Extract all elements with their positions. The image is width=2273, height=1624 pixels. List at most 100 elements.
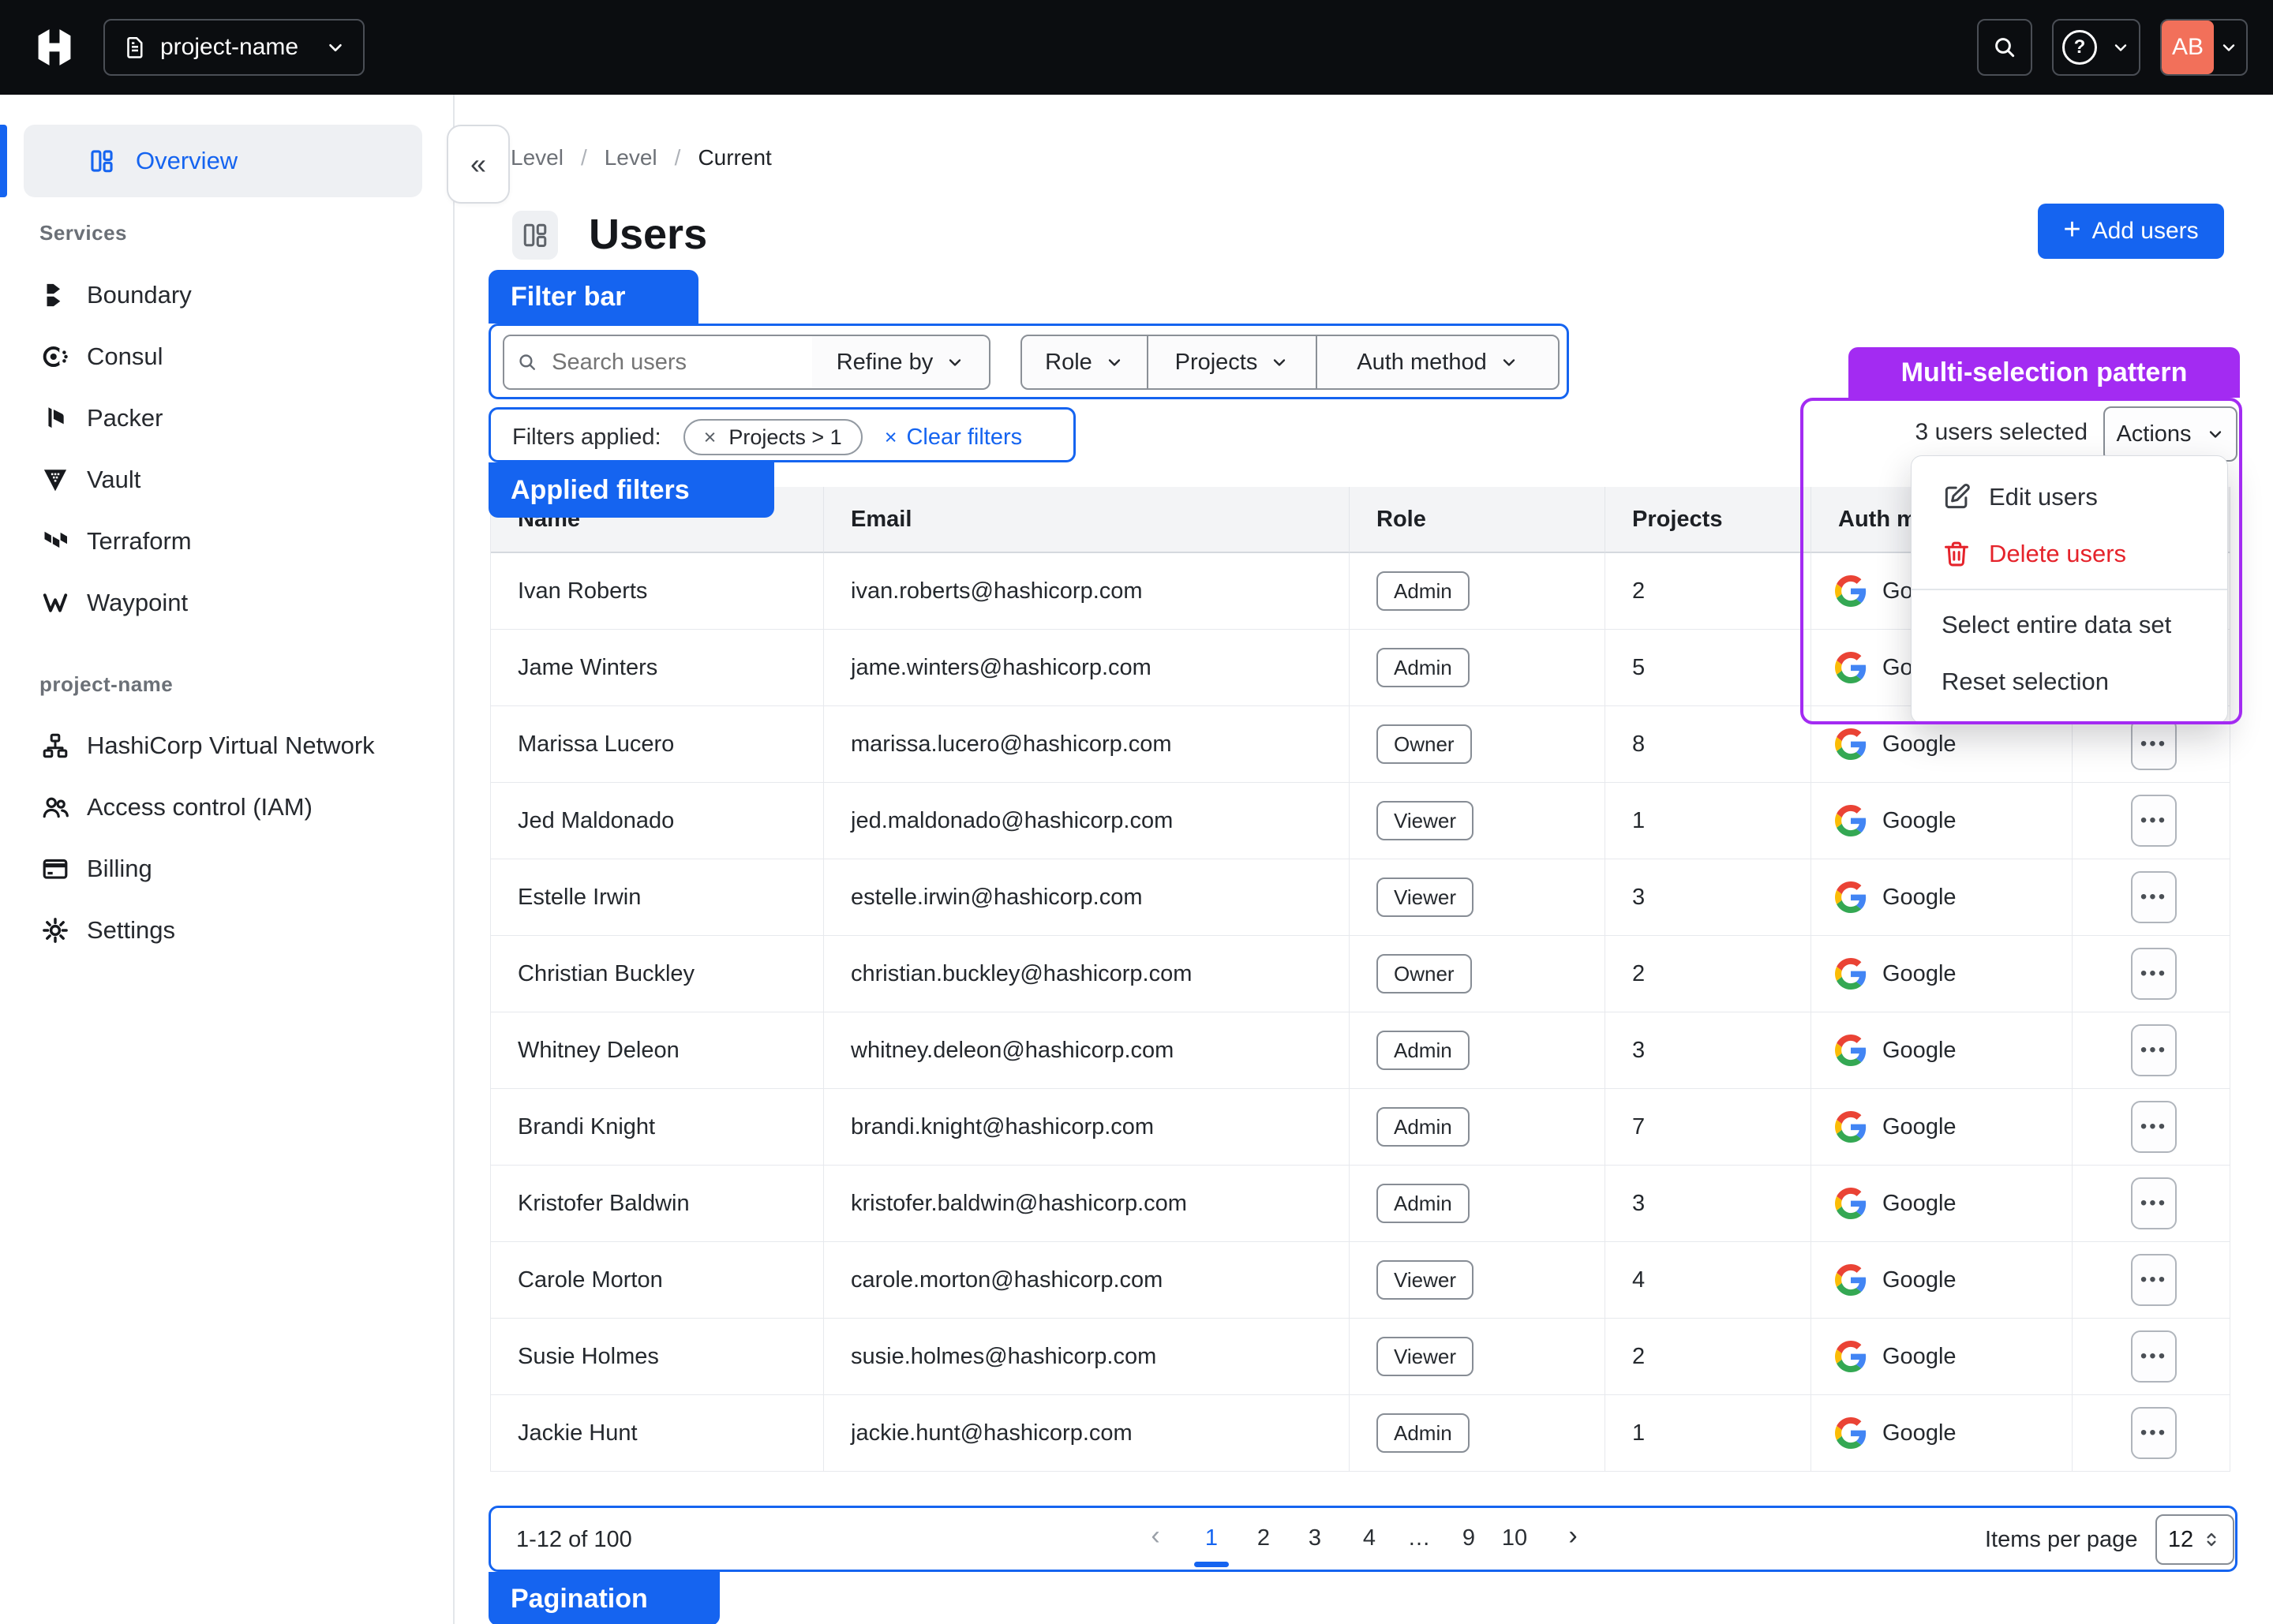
auth-method-filter-dropdown[interactable]: Auth method (1316, 336, 1558, 388)
role-badge: Viewer (1376, 1260, 1474, 1300)
cell-email: susie.holmes@hashicorp.com (824, 1319, 1350, 1395)
clear-filters-link[interactable]: × Clear filters (885, 425, 1022, 451)
cell-role: Owner (1350, 936, 1605, 1012)
chevron-down-icon (946, 353, 964, 372)
help-menu-button[interactable]: ? (2052, 19, 2140, 76)
sidebar-item-consul[interactable]: Consul (0, 326, 455, 387)
search-users-field[interactable] (503, 335, 814, 390)
sidebar-item-billing[interactable]: Billing (0, 838, 455, 900)
row-overflow-button[interactable]: ••• (2131, 1101, 2177, 1153)
project-switcher[interactable]: project-name (103, 19, 365, 76)
page-button-10[interactable]: 10 (1497, 1525, 1532, 1551)
cell-email: estelle.irwin@hashicorp.com (824, 859, 1350, 936)
row-overflow-button[interactable]: ••• (2131, 948, 2177, 1000)
cell-name: Jame Winters (491, 630, 824, 706)
gear-icon (41, 916, 69, 945)
row-overflow-button[interactable]: ••• (2131, 871, 2177, 923)
page-button-9[interactable]: 9 (1451, 1525, 1486, 1551)
sidebar-item-label: HashiCorp Virtual Network (87, 732, 375, 760)
cell-auth-method: Google (1811, 1319, 2073, 1395)
google-logo-icon (1835, 652, 1867, 683)
cell-actions: ••• (2073, 936, 2230, 1012)
role-badge: Admin (1376, 1184, 1470, 1223)
menu-item-select-all[interactable]: Select entire data set (1912, 597, 2227, 653)
sidebar-item-waypoint[interactable]: Waypoint (0, 572, 455, 634)
row-overflow-button[interactable]: ••• (2131, 1024, 2177, 1076)
previous-page-button[interactable]: ‹ (1138, 1521, 1173, 1551)
page-button-4[interactable]: 4 (1352, 1525, 1387, 1551)
cell-name: Marissa Lucero (491, 706, 824, 783)
row-overflow-button[interactable]: ••• (2131, 1177, 2177, 1229)
page-button-1[interactable]: 1 (1194, 1525, 1229, 1551)
sidebar-item-hvn[interactable]: HashiCorp Virtual Network (0, 715, 455, 776)
sidebar-item-label: Settings (87, 916, 175, 945)
row-overflow-button[interactable]: ••• (2131, 1330, 2177, 1383)
menu-item-edit-users[interactable]: Edit users (1912, 469, 2227, 526)
sidebar-section-services: Services (39, 221, 127, 245)
row-overflow-button[interactable]: ••• (2131, 718, 2177, 770)
next-page-button[interactable]: › (1556, 1521, 1590, 1551)
sidebar-item-settings[interactable]: Settings (0, 900, 455, 961)
columns-icon (521, 221, 549, 249)
add-users-button[interactable]: + Add users (2038, 204, 2224, 259)
sidebar-item-overview[interactable]: Overview (24, 125, 422, 197)
active-item-accent (0, 125, 7, 197)
menu-item-delete-users[interactable]: Delete users (1912, 526, 2227, 582)
hashicorp-logo-icon[interactable] (35, 28, 74, 67)
cell-role: Owner (1350, 706, 1605, 783)
column-header-email[interactable]: Email (824, 487, 1350, 553)
row-overflow-button[interactable]: ••• (2131, 795, 2177, 847)
items-per-page-label: Items per page (1985, 1527, 2137, 1553)
sidebar-item-terraform[interactable]: Terraform (0, 511, 455, 572)
menu-divider (1912, 589, 2227, 590)
projects-filter-dropdown[interactable]: Projects (1147, 336, 1316, 388)
sidebar-item-boundary[interactable]: Boundary (0, 264, 455, 326)
column-header-role[interactable]: Role (1350, 487, 1605, 553)
chevron-down-icon (1105, 353, 1124, 372)
cell-projects: 2 (1605, 936, 1811, 1012)
role-badge: Viewer (1376, 801, 1474, 840)
auth-method-label: Google (1882, 885, 1957, 911)
role-badge: Owner (1376, 954, 1472, 993)
role-badge: Admin (1376, 1031, 1470, 1070)
filter-pill-projects[interactable]: × Projects > 1 (683, 419, 863, 455)
hcp-users-page: project-name ? AB Overview Services Boun… (0, 0, 2273, 1624)
page-title: Users (589, 210, 707, 259)
row-overflow-button[interactable]: ••• (2131, 1407, 2177, 1459)
sidebar-item-access-control[interactable]: Access control (IAM) (0, 776, 455, 838)
cell-role: Admin (1350, 1089, 1605, 1166)
sidebar-item-vault[interactable]: Vault (0, 449, 455, 511)
page-button-3[interactable]: 3 (1298, 1525, 1332, 1551)
search-users-input[interactable] (550, 349, 799, 376)
trash-icon (1942, 539, 1972, 569)
row-overflow-button[interactable]: ••• (2131, 1254, 2177, 1306)
column-header-projects[interactable]: Projects (1605, 487, 1811, 553)
refine-by-button[interactable]: Refine by (812, 335, 990, 390)
breadcrumb-separator: / (675, 145, 681, 170)
role-badge: Admin (1376, 1413, 1470, 1453)
cell-auth-method: Google (1811, 1242, 2073, 1319)
cell-name: Christian Buckley (491, 936, 824, 1012)
cell-actions: ••• (2073, 1012, 2230, 1089)
items-per-page-select[interactable]: 12 (2155, 1514, 2234, 1565)
breadcrumb-link[interactable]: Level (511, 145, 564, 170)
sidebar-collapse-button[interactable]: « (447, 125, 510, 204)
global-search-button[interactable] (1977, 19, 2032, 76)
account-menu-button[interactable]: AB (2160, 19, 2248, 76)
sidebar-item-packer[interactable]: Packer (0, 387, 455, 449)
remove-filter-icon[interactable]: × (704, 425, 717, 450)
credit-card-icon (41, 855, 69, 883)
auth-method-label: Google (1882, 732, 1957, 758)
page-button-2[interactable]: 2 (1246, 1525, 1281, 1551)
cell-name: Estelle Irwin (491, 859, 824, 936)
breadcrumb-link[interactable]: Level (605, 145, 657, 170)
role-filter-dropdown[interactable]: Role (1022, 336, 1147, 388)
google-logo-icon (1835, 1035, 1867, 1066)
cell-name: Brandi Knight (491, 1089, 824, 1166)
actions-button[interactable]: Actions (2103, 406, 2237, 462)
cell-actions: ••• (2073, 1242, 2230, 1319)
cell-name: Jed Maldonado (491, 783, 824, 859)
google-logo-icon (1835, 958, 1867, 990)
avatar: AB (2162, 21, 2214, 74)
menu-item-reset-selection[interactable]: Reset selection (1912, 653, 2227, 710)
